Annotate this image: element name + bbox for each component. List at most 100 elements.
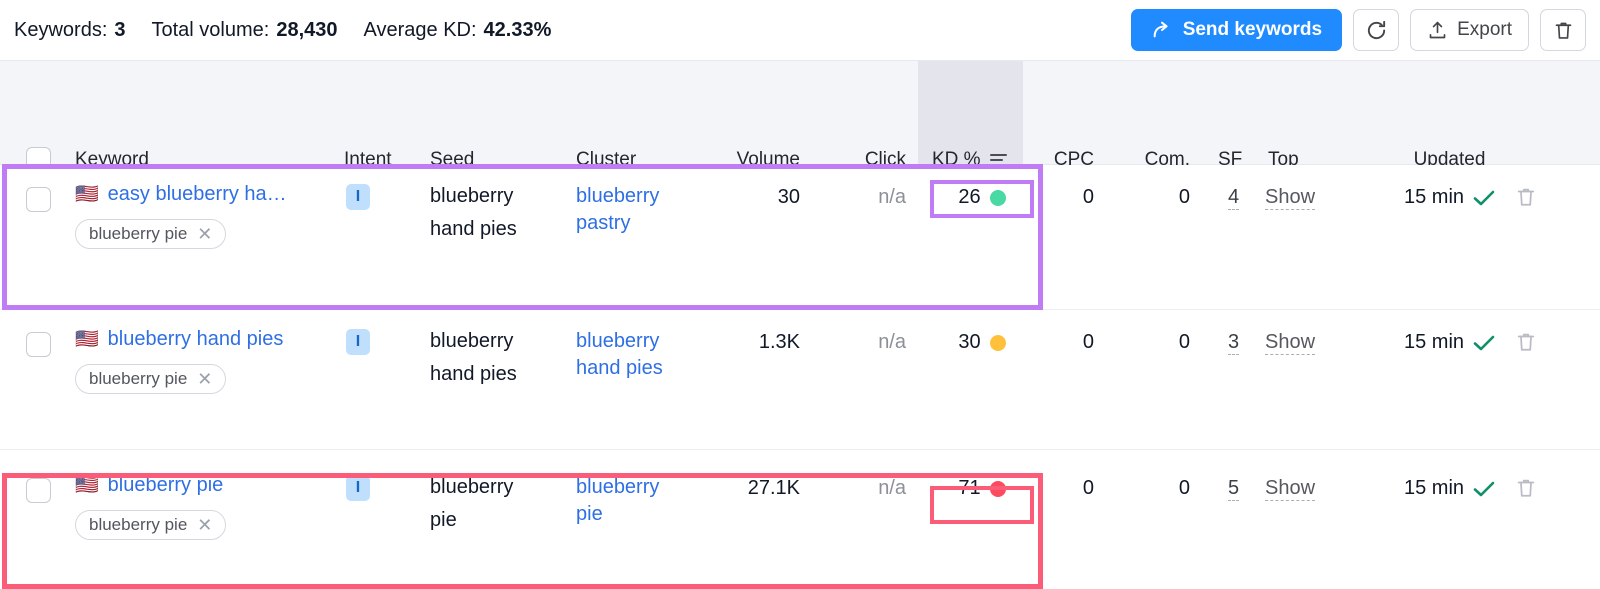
trash-icon: [1515, 186, 1537, 208]
toolbar: Keywords: 3 Total volume: 28,430 Average…: [0, 0, 1600, 60]
updated-value-wrap: 15 min: [1404, 186, 1495, 209]
kd-value: 30: [958, 331, 981, 353]
row-select-checkbox[interactable]: [26, 187, 51, 212]
sf-cell: 4: [1228, 186, 1240, 210]
sf-cell: 5: [1228, 477, 1240, 501]
top-comp-show-link[interactable]: Show: [1265, 477, 1316, 501]
upload-icon: [1427, 20, 1448, 41]
close-icon[interactable]: ✕: [197, 516, 212, 534]
click-potential-cell: n/a: [878, 186, 906, 208]
seed-keyword-cell: blueberry hand pies: [430, 185, 517, 240]
export-button[interactable]: Export: [1410, 9, 1529, 51]
row-checkbox-cell: [26, 187, 51, 212]
check-icon: [1473, 189, 1495, 207]
top-comp-cell: Show: [1265, 477, 1316, 501]
top-comp-show-link[interactable]: Show: [1265, 331, 1316, 355]
keyword-link[interactable]: blueberry pie: [108, 474, 224, 497]
click-potential-cell: n/a: [878, 331, 906, 353]
cpc-cell: 0: [1082, 186, 1094, 208]
summary-total-volume-label: Total volume:: [151, 18, 270, 41]
keyword-tag-wrap: blueberry pie ✕: [75, 510, 227, 540]
keyword-tag-wrap: blueberry pie ✕: [75, 219, 287, 249]
row-checkbox-cell: [26, 332, 51, 357]
export-label: Export: [1457, 19, 1512, 40]
keyword-link[interactable]: easy blueberry ha…: [108, 183, 287, 206]
cpc-cell: 0: [1082, 331, 1094, 353]
row-delete-button[interactable]: [1515, 477, 1537, 499]
close-icon[interactable]: ✕: [197, 225, 212, 243]
send-keywords-button[interactable]: Send keywords: [1130, 9, 1343, 51]
intent-cell: I: [346, 475, 370, 501]
table-row: 🇺🇸 easy blueberry ha… blueberry pie ✕ I …: [0, 165, 1600, 310]
kd-value: 26: [958, 186, 981, 208]
intent-badge[interactable]: I: [346, 329, 370, 355]
table-row: 🇺🇸 blueberry hand pies blueberry pie ✕ I…: [0, 310, 1600, 450]
intent-badge[interactable]: I: [346, 475, 370, 501]
updated-value-wrap: 15 min: [1404, 331, 1495, 354]
delete-selected-button[interactable]: [1540, 9, 1586, 51]
table-header-row: Keyword Intent Seed keyword Cluster Volu…: [0, 60, 1600, 197]
kd-value: 71: [958, 477, 981, 499]
country-flag-icon: 🇺🇸: [75, 475, 99, 496]
keyword-line: 🇺🇸 blueberry hand pies: [75, 328, 283, 351]
table-row: 🇺🇸 blueberry pie blueberry pie ✕ I blueb…: [0, 450, 1600, 589]
keyword-tag[interactable]: blueberry pie ✕: [75, 510, 227, 540]
keyword-cell: 🇺🇸 blueberry hand pies blueberry pie ✕: [75, 328, 283, 394]
close-icon[interactable]: ✕: [197, 370, 212, 388]
sf-cell: 3: [1228, 331, 1240, 355]
intent-badge[interactable]: I: [346, 184, 370, 210]
summary-keywords-value: 3: [114, 18, 126, 41]
sf-value[interactable]: 4: [1228, 186, 1240, 210]
keyword-tag-label: blueberry pie: [89, 515, 188, 534]
trash-icon: [1515, 477, 1537, 499]
row-checkbox-cell: [26, 478, 51, 503]
keyword-tag-label: blueberry pie: [89, 224, 188, 243]
send-keywords-label: Send keywords: [1182, 19, 1323, 40]
updated-value: 15 min: [1404, 477, 1465, 499]
sf-value[interactable]: 3: [1228, 331, 1240, 355]
keyword-tag-label: blueberry pie: [89, 369, 188, 388]
click-potential-cell: n/a: [878, 477, 906, 499]
row-delete-button[interactable]: [1515, 186, 1537, 208]
keyword-cell: 🇺🇸 blueberry pie blueberry pie ✕: [75, 474, 227, 540]
row-select-checkbox[interactable]: [26, 478, 51, 503]
check-icon: [1473, 334, 1495, 352]
sf-value[interactable]: 5: [1228, 477, 1240, 501]
keyword-tag-wrap: blueberry pie ✕: [75, 364, 283, 394]
refresh-icon: [1365, 19, 1388, 42]
trash-icon: [1515, 331, 1537, 353]
updated-cell: 15 min: [1404, 477, 1495, 500]
country-flag-icon: 🇺🇸: [75, 329, 99, 350]
summary-total-volume-value: 28,430: [276, 18, 338, 41]
summary-average-kd-value: 42.33%: [483, 18, 552, 41]
updated-value-wrap: 15 min: [1404, 477, 1495, 500]
updated-cell: 15 min: [1404, 331, 1495, 354]
seed-keyword-cell: blueberry pie: [430, 476, 514, 531]
intent-cell: I: [346, 329, 370, 355]
share-arrow-icon: [1151, 19, 1173, 41]
top-comp-cell: Show: [1265, 331, 1316, 355]
intent-cell: I: [346, 184, 370, 210]
com-density-cell: 0: [1178, 186, 1190, 208]
refresh-button[interactable]: [1353, 9, 1400, 51]
summary-total-volume: Total volume: 28,430: [152, 19, 338, 42]
keyword-link[interactable]: blueberry hand pies: [108, 328, 284, 351]
row-delete-button[interactable]: [1515, 331, 1537, 353]
summary-keywords: Keywords: 3: [14, 19, 126, 42]
volume-cell: 27.1K: [747, 477, 800, 499]
volume-cell: 1.3K: [758, 331, 800, 353]
keyword-tag[interactable]: blueberry pie ✕: [75, 219, 227, 249]
top-comp-show-link[interactable]: Show: [1265, 186, 1316, 210]
row-select-checkbox[interactable]: [26, 332, 51, 357]
keyword-table-screen: Keywords: 3 Total volume: 28,430 Average…: [0, 0, 1600, 589]
updated-value: 15 min: [1404, 186, 1465, 208]
toolbar-actions: Send keywords Export: [1130, 9, 1586, 51]
updated-value: 15 min: [1404, 331, 1465, 353]
keyword-tag[interactable]: blueberry pie ✕: [75, 364, 227, 394]
keyword-line: 🇺🇸 blueberry pie: [75, 474, 226, 497]
keyword-cell: 🇺🇸 easy blueberry ha… blueberry pie ✕: [75, 183, 287, 249]
seed-keyword-cell: blueberry hand pies: [430, 330, 517, 385]
trash-icon: [1553, 20, 1574, 41]
keywords-table: Keyword Intent Seed keyword Cluster Volu…: [0, 60, 1600, 589]
keyword-line: 🇺🇸 easy blueberry ha…: [75, 183, 287, 206]
